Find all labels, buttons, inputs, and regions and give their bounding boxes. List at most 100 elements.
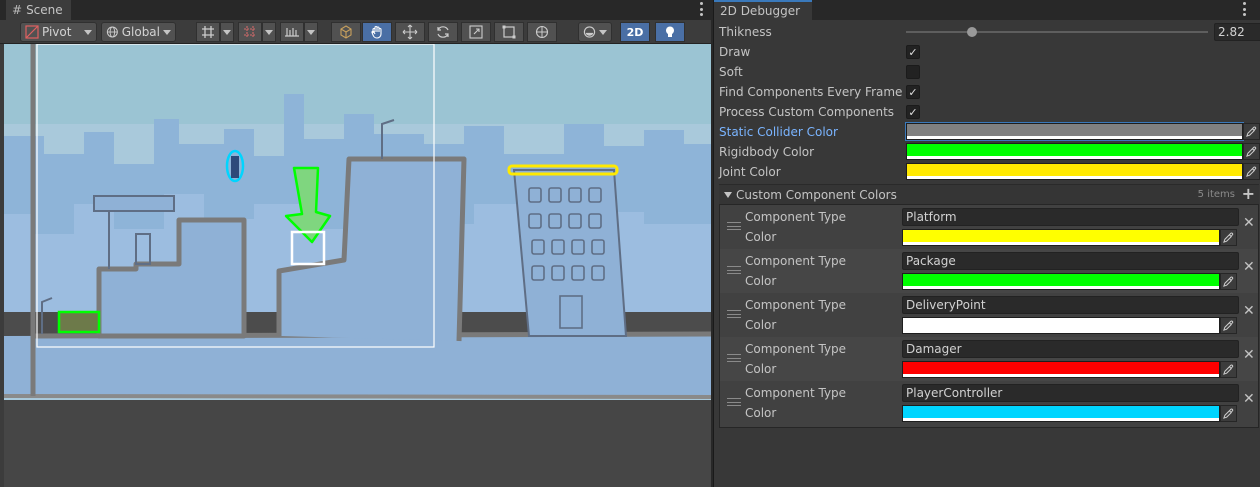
- color-label: Color: [745, 362, 777, 376]
- eyedropper-icon: [1246, 126, 1257, 137]
- joint-color-field[interactable]: [906, 163, 1243, 180]
- cube-icon: [340, 25, 352, 39]
- process-custom-label: Process Custom Components: [719, 105, 895, 119]
- draw-checkbox[interactable]: ✓: [906, 45, 920, 59]
- thickness-slider-thumb[interactable]: [967, 27, 978, 37]
- add-item-icon[interactable]: +: [1242, 184, 1255, 203]
- drag-handle-icon[interactable]: [727, 266, 741, 274]
- remove-item-icon[interactable]: ✕: [1243, 259, 1255, 275]
- pivot-dropdown[interactable]: Pivot: [20, 22, 97, 42]
- remove-item-icon[interactable]: ✕: [1243, 391, 1255, 407]
- grid-button[interactable]: [238, 22, 262, 42]
- rigidbody-color-row: Rigidbody Color: [719, 142, 1260, 162]
- component-type-input[interactable]: PlayerController: [902, 384, 1239, 402]
- clouds: [4, 44, 711, 124]
- ground: [4, 334, 711, 398]
- hand-tool-button[interactable]: [362, 22, 392, 42]
- soft-row: Soft: [719, 62, 1259, 82]
- tab-scene[interactable]: # Scene: [6, 0, 71, 20]
- debugger-tabbar: 2D Debugger: [714, 0, 1260, 20]
- global-dropdown[interactable]: Global: [101, 22, 176, 42]
- globe-icon: [106, 26, 118, 38]
- transform-icon: [535, 25, 549, 39]
- scale-tool-button[interactable]: [461, 22, 491, 42]
- sphere-icon: [583, 26, 596, 38]
- static-color-label: Static Collider Color: [719, 125, 838, 139]
- global-caret-icon: [163, 29, 171, 35]
- soft-label: Soft: [719, 65, 743, 79]
- rigidbody-color-field[interactable]: [906, 143, 1243, 160]
- find-components-row: Find Components Every Frame ✓: [719, 82, 1259, 102]
- drag-handle-icon[interactable]: [727, 354, 741, 362]
- item-color-field[interactable]: [902, 229, 1220, 246]
- drag-handle-icon[interactable]: [727, 398, 741, 406]
- remove-item-icon[interactable]: ✕: [1243, 347, 1255, 363]
- color-label: Color: [745, 406, 777, 420]
- item-color-field[interactable]: [902, 317, 1220, 334]
- scene-tabbar: # Scene: [0, 0, 711, 20]
- component-type-label: Component Type: [745, 210, 847, 224]
- eyedropper-icon: [1223, 320, 1234, 331]
- mode-2d-button[interactable]: 2D: [620, 22, 650, 42]
- remove-item-icon[interactable]: ✕: [1243, 215, 1255, 231]
- rect-tool-button[interactable]: [494, 22, 524, 42]
- item-color-field[interactable]: [902, 405, 1220, 422]
- thickness-input[interactable]: 2.82: [1214, 23, 1260, 41]
- scene-grid-icon: #: [12, 3, 23, 17]
- rigidbody-eyedropper-button[interactable]: [1243, 143, 1260, 160]
- pivot-icon: [25, 25, 39, 39]
- drag-handle-icon[interactable]: [727, 222, 741, 230]
- item-eyedropper-button[interactable]: [1220, 273, 1237, 290]
- scene-viewport[interactable]: [4, 44, 711, 487]
- grid-snap-caret[interactable]: [220, 22, 234, 42]
- scene-menu-icon[interactable]: [699, 2, 703, 16]
- component-type-input[interactable]: Package: [902, 252, 1239, 270]
- item-color-field[interactable]: [902, 273, 1220, 290]
- grid-snap-button[interactable]: [196, 22, 220, 42]
- cube-button[interactable]: [331, 22, 361, 42]
- tab-2d-debugger[interactable]: 2D Debugger: [714, 0, 813, 20]
- component-type-input[interactable]: Damager: [902, 340, 1239, 358]
- component-type-label: Component Type: [745, 298, 847, 312]
- component-type-input[interactable]: Platform: [902, 208, 1239, 226]
- custom-colors-foldout[interactable]: Custom Component Colors 5 items +: [719, 184, 1259, 204]
- debugger-menu-icon[interactable]: [1242, 2, 1246, 16]
- item-color-field[interactable]: [902, 361, 1220, 378]
- rigidbody-color-label: Rigidbody Color: [719, 145, 815, 159]
- right-building: [512, 169, 628, 337]
- item-eyedropper-button[interactable]: [1220, 405, 1237, 422]
- item-eyedropper-button[interactable]: [1220, 317, 1237, 334]
- grid-snap-icon: [202, 26, 214, 38]
- grid-caret[interactable]: [262, 22, 276, 42]
- static-eyedropper-button[interactable]: [1243, 123, 1260, 140]
- foldout-arrow-icon[interactable]: [724, 191, 732, 198]
- ruler-button[interactable]: [280, 22, 304, 42]
- scene-canvas[interactable]: [4, 44, 711, 487]
- item-eyedropper-button[interactable]: [1220, 229, 1237, 246]
- render-mode-dropdown[interactable]: [578, 22, 612, 42]
- component-type-input[interactable]: DeliveryPoint: [902, 296, 1239, 314]
- scale-icon: [469, 25, 483, 39]
- move-icon: [402, 24, 418, 40]
- color-label: Color: [745, 230, 777, 244]
- eyedropper-icon: [1223, 408, 1234, 419]
- tab-2d-debugger-label: 2D Debugger: [720, 4, 801, 18]
- soft-checkbox[interactable]: [906, 65, 920, 79]
- rotate-tool-button[interactable]: [428, 22, 458, 42]
- viewport-empty-area: [4, 400, 711, 487]
- transform-tool-button[interactable]: [527, 22, 557, 42]
- item-eyedropper-button[interactable]: [1220, 361, 1237, 378]
- joint-color-label: Joint Color: [719, 165, 781, 179]
- ruler-caret[interactable]: [304, 22, 318, 42]
- process-custom-checkbox[interactable]: ✓: [906, 105, 920, 119]
- joint-eyedropper-button[interactable]: [1243, 163, 1260, 180]
- find-components-checkbox[interactable]: ✓: [906, 85, 920, 99]
- drag-handle-icon[interactable]: [727, 310, 741, 318]
- thickness-slider[interactable]: [906, 27, 1208, 37]
- eyedropper-icon: [1246, 146, 1257, 157]
- scene-toolbar: Pivot Global 2D: [0, 20, 711, 44]
- remove-item-icon[interactable]: ✕: [1243, 303, 1255, 319]
- move-tool-button[interactable]: [395, 22, 425, 42]
- static-color-field[interactable]: [905, 122, 1244, 141]
- lighting-button[interactable]: [655, 22, 685, 42]
